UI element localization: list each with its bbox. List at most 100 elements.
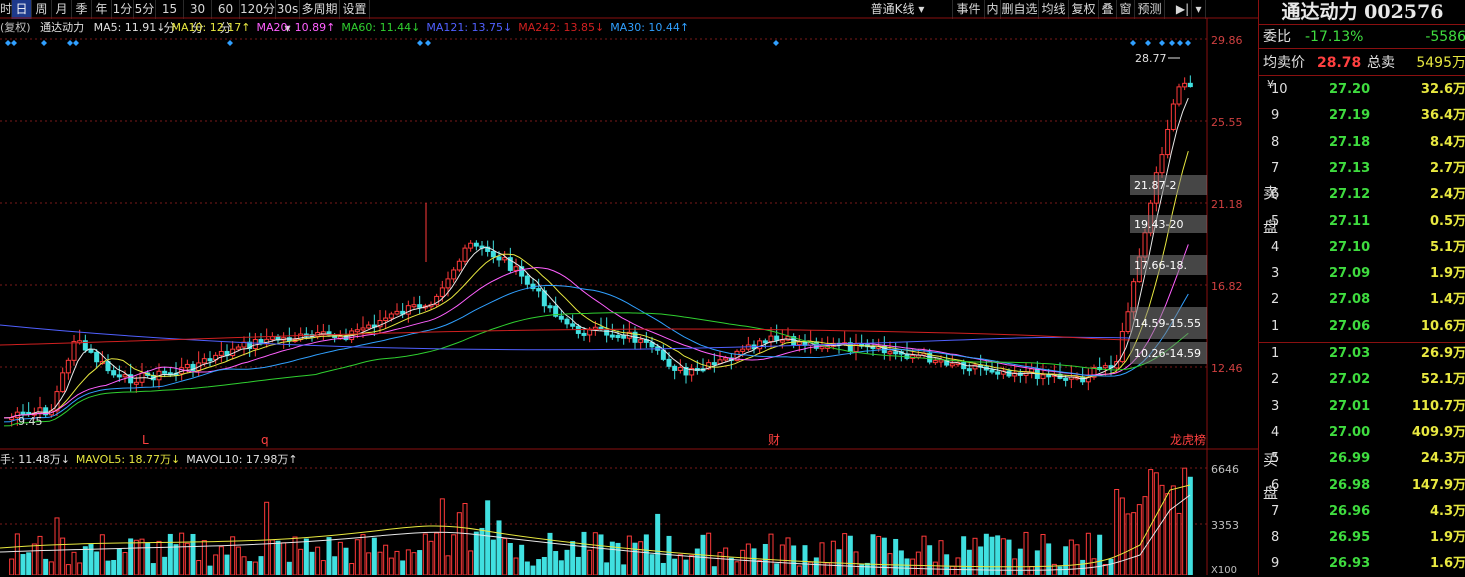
volume-bar	[1063, 546, 1069, 575]
weibi-value: -17.13%	[1305, 29, 1364, 45]
candle-body	[1159, 154, 1165, 174]
buys-row[interactable]: 3 27.01 110.7万	[1259, 394, 1465, 420]
volume-bar	[14, 533, 20, 575]
volume-bar	[179, 532, 185, 575]
buys-row[interactable]: 2 27.02 52.1万	[1259, 367, 1465, 393]
buys-row[interactable]: 6 26.98 147.9万	[1259, 473, 1465, 499]
candle-body	[536, 288, 542, 292]
level-index: 5	[1271, 451, 1280, 467]
volume-bar	[864, 562, 870, 575]
buys-row[interactable]: 1 27.03 26.9万	[1259, 341, 1465, 367]
sells-row[interactable]: 1 27.06 10.6万	[1259, 314, 1465, 340]
buys-row[interactable]: 4 27.00 409.9万	[1259, 420, 1465, 446]
candle-body	[711, 362, 717, 366]
level-index: 9	[1271, 556, 1280, 572]
volume-bar	[167, 533, 173, 575]
candle-body	[558, 315, 564, 320]
volume-bar	[581, 531, 587, 575]
level-price: 27.00	[1329, 424, 1371, 440]
volume-bar	[536, 559, 542, 575]
volume-bar	[1136, 504, 1142, 575]
volume-bar	[496, 520, 502, 575]
volume-bar	[598, 534, 604, 575]
total-sell-label: 总卖	[1367, 55, 1395, 71]
volume-bar	[371, 537, 377, 575]
candle-body	[360, 327, 366, 331]
buys-row[interactable]: 7 26.96 4.3万	[1259, 499, 1465, 525]
candle-body	[779, 339, 785, 343]
volume-bar	[530, 565, 536, 575]
level-volume: 26.9万	[1420, 346, 1465, 361]
candle-body	[768, 335, 774, 343]
sells-row[interactable]: 10 27.20 32.6万	[1259, 77, 1465, 103]
ma242-line	[0, 328, 1131, 346]
level-price: 27.20	[1329, 82, 1371, 97]
level-price: 26.93	[1329, 556, 1371, 572]
level-volume: 10.6万	[1420, 318, 1465, 334]
candle-body	[1040, 374, 1046, 379]
level-price: 27.03	[1329, 346, 1371, 361]
sells-row[interactable]: 9 27.19 36.4万	[1259, 103, 1465, 129]
level-volume: 8.4万	[1429, 134, 1465, 150]
candle-body	[468, 242, 474, 249]
kline-chart[interactable]: 29.86 25.55 21.18 16.82 12.46 6646 3353 X100 28.…	[0, 0, 1258, 575]
sells-row[interactable]: 3 27.09 1.9万	[1259, 261, 1465, 287]
volume-bar	[847, 535, 853, 575]
sells-row[interactable]: 6 27.12 2.4万	[1259, 182, 1465, 208]
buys-row[interactable]: 5 26.99 24.3万	[1259, 446, 1465, 472]
level-volume: 409.9万	[1411, 424, 1465, 440]
event-diamond-icon	[1185, 40, 1191, 46]
sells-row[interactable]: 8 27.18 8.4万	[1259, 130, 1465, 156]
volume-bar	[422, 533, 428, 575]
volume-bar	[507, 542, 513, 575]
stock-title: 通达动力 002576	[1259, 0, 1465, 25]
event-diamond-icon	[1169, 40, 1175, 46]
volume-bar	[757, 559, 763, 575]
event-marker: q	[261, 433, 269, 447]
candle-body	[354, 329, 360, 333]
candle-body	[111, 370, 117, 376]
level-price: 27.18	[1329, 134, 1371, 150]
volume-bar	[213, 554, 219, 575]
level-index: 4	[1271, 239, 1280, 255]
candle-body	[60, 372, 66, 393]
sells-row[interactable]: 7 27.13 2.7万	[1259, 156, 1465, 182]
volume-bar	[519, 544, 525, 575]
volume-bar	[898, 550, 904, 575]
level-index: 6	[1271, 477, 1280, 493]
buys-row[interactable]: 9 26.93 1.6万	[1259, 551, 1465, 577]
level-price: 26.99	[1329, 451, 1371, 467]
candle-body	[1170, 103, 1176, 130]
candle-body	[774, 335, 780, 341]
vol-legend-item-2: MAVOL10: 17.98万↑	[186, 453, 298, 466]
sells-row[interactable]: 2 27.08 1.4万	[1259, 287, 1465, 313]
volume-bar	[190, 533, 196, 575]
volume-bar	[326, 537, 332, 575]
candle-body	[184, 363, 190, 369]
price-axis-label: 21.18	[1211, 198, 1243, 211]
event-marker: 龙虎榜	[1170, 432, 1206, 447]
buys-row[interactable]: 8 26.95 1.9万	[1259, 525, 1465, 551]
candle-body	[162, 370, 168, 374]
level-price: 27.12	[1329, 187, 1371, 203]
volume-bar	[836, 549, 842, 575]
volume-bar	[258, 556, 264, 575]
sells-row[interactable]: 4 27.10 5.1万	[1259, 235, 1465, 261]
ma30-line	[3, 284, 1189, 423]
candle-body	[1176, 86, 1182, 105]
volume-bar	[162, 556, 168, 575]
candle-body	[677, 366, 683, 371]
volume-bar	[1159, 484, 1165, 575]
volume-bar	[366, 552, 372, 575]
sells-row[interactable]: 5 27.11 0.5万	[1259, 209, 1465, 235]
volume-bar	[354, 539, 360, 575]
weicha-value: -5586	[1425, 29, 1465, 45]
volume-bar	[1176, 512, 1182, 575]
volume-bar	[82, 546, 88, 575]
level-price: 27.01	[1329, 398, 1371, 414]
volume-bar	[983, 533, 989, 575]
volume-bar	[31, 543, 37, 575]
event-marker: 财	[768, 433, 780, 447]
volume-bar	[9, 558, 15, 575]
volume-bar	[915, 551, 921, 575]
